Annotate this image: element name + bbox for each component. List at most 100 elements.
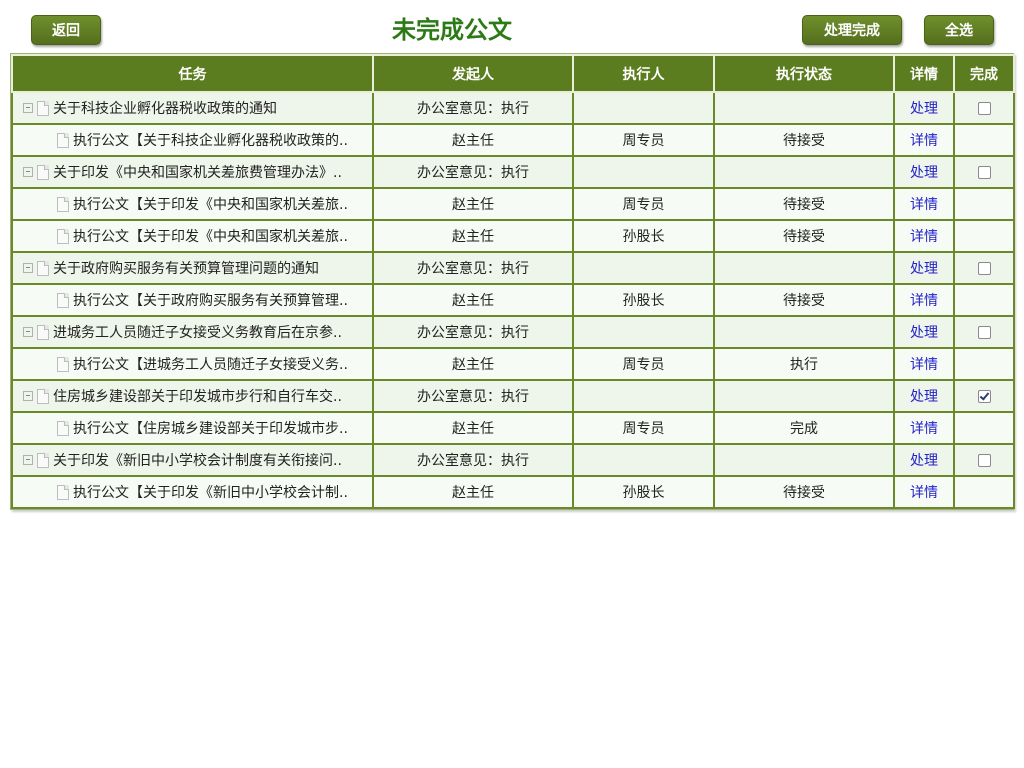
status-cell xyxy=(713,443,895,477)
task-title: 关于印发《新旧中小学校会计制度有关衔接问.. xyxy=(53,453,342,469)
complete-cell xyxy=(953,91,1015,125)
executor-cell: 孙股长 xyxy=(572,283,715,317)
status-cell xyxy=(713,155,895,189)
complete-checkbox[interactable] xyxy=(977,165,991,179)
task-tree-node: 执行公文【关于科技企业孵化器税收政策的.. xyxy=(14,130,371,150)
details-cell: 处理 xyxy=(893,379,955,413)
collapse-toggle-icon[interactable] xyxy=(23,103,33,113)
details-cell: 详情 xyxy=(893,283,955,317)
details-cell: 处理 xyxy=(893,315,955,349)
details-cell: 处理 xyxy=(893,91,955,125)
task-title: 执行公文【关于科技企业孵化器税收政策的.. xyxy=(73,133,348,149)
document-icon xyxy=(57,484,69,500)
executor-cell xyxy=(572,443,715,477)
collapse-toggle-icon[interactable] xyxy=(23,327,33,337)
details-link[interactable]: 详情 xyxy=(910,421,938,437)
initiator-cell: 赵主任 xyxy=(372,475,574,509)
status-cell xyxy=(713,91,895,125)
complete-checkbox[interactable] xyxy=(977,453,991,467)
complete-cell xyxy=(953,283,1015,317)
process-link[interactable]: 处理 xyxy=(910,165,938,181)
table-row-subtask: 执行公文【关于印发《新旧中小学校会计制.. 赵主任 孙股长 待接受 详情 xyxy=(11,475,1015,509)
table-row-document: 关于印发《中央和国家机关差旅费管理办法》.. 办公室意见：执行 处理 xyxy=(11,155,1015,189)
status-cell: 待接受 xyxy=(713,219,895,253)
task-tree-node: 关于科技企业孵化器税收政策的通知 xyxy=(14,98,371,118)
details-link[interactable]: 详情 xyxy=(910,229,938,245)
task-tree-node: 进城务工人员随迁子女接受义务教育后在京参.. xyxy=(14,322,371,342)
table-row-subtask: 执行公文【住房城乡建设部关于印发城市步.. 赵主任 周专员 完成 详情 xyxy=(11,411,1015,445)
process-link[interactable]: 处理 xyxy=(910,325,938,341)
task-tree-node: 执行公文【关于印发《中央和国家机关差旅.. xyxy=(14,226,371,246)
task-title: 执行公文【进城务工人员随迁子女接受义务.. xyxy=(73,357,348,373)
complete-cell xyxy=(953,251,1015,285)
initiator-cell: 办公室意见：执行 xyxy=(372,379,574,413)
complete-checkbox[interactable] xyxy=(977,389,991,403)
details-link[interactable]: 详情 xyxy=(910,485,938,501)
task-tree-node: 关于政府购买服务有关预算管理问题的通知 xyxy=(14,258,371,278)
task-title: 关于科技企业孵化器税收政策的通知 xyxy=(53,101,277,117)
details-link[interactable]: 详情 xyxy=(910,133,938,149)
executor-cell xyxy=(572,251,715,285)
details-cell: 详情 xyxy=(893,219,955,253)
process-link[interactable]: 处理 xyxy=(910,261,938,277)
document-icon xyxy=(37,100,49,116)
task-tree-node: 执行公文【关于政府购买服务有关预算管理.. xyxy=(14,290,371,310)
complete-cell xyxy=(953,347,1015,381)
status-cell xyxy=(713,379,895,413)
table-row-document: 关于科技企业孵化器税收政策的通知 办公室意见：执行 处理 xyxy=(11,91,1015,125)
collapse-toggle-icon[interactable] xyxy=(23,391,33,401)
document-grid: 任务 发起人 执行人 执行状态 详情 完成 关于科技企业孵化器税收政策的通知办公… xyxy=(10,53,1015,510)
details-cell: 详情 xyxy=(893,123,955,157)
status-cell: 待接受 xyxy=(713,187,895,221)
column-header-details: 详情 xyxy=(893,54,955,93)
collapse-toggle-icon[interactable] xyxy=(23,263,33,273)
details-cell: 处理 xyxy=(893,251,955,285)
details-link[interactable]: 详情 xyxy=(910,357,938,373)
complete-checkbox[interactable] xyxy=(977,261,991,275)
task-cell: 执行公文【关于政府购买服务有关预算管理.. xyxy=(11,283,374,317)
task-cell: 执行公文【关于科技企业孵化器税收政策的.. xyxy=(11,123,374,157)
task-cell: 关于政府购买服务有关预算管理问题的通知 xyxy=(11,251,374,285)
task-cell: 执行公文【关于印发《新旧中小学校会计制.. xyxy=(11,475,374,509)
initiator-cell: 赵主任 xyxy=(372,187,574,221)
process-complete-button[interactable]: 处理完成 xyxy=(802,15,902,45)
task-title: 执行公文【关于印发《新旧中小学校会计制.. xyxy=(73,485,348,501)
document-icon xyxy=(37,388,49,404)
initiator-cell: 办公室意见：执行 xyxy=(372,91,574,125)
document-table: 任务 发起人 执行人 执行状态 详情 完成 关于科技企业孵化器税收政策的通知办公… xyxy=(11,54,1015,509)
select-all-button[interactable]: 全选 xyxy=(924,15,994,45)
table-row-document: 住房城乡建设部关于印发城市步行和自行车交.. 办公室意见：执行 处理 xyxy=(11,379,1015,413)
column-header-executor: 执行人 xyxy=(572,54,715,93)
details-cell: 详情 xyxy=(893,187,955,221)
details-link[interactable]: 详情 xyxy=(910,293,938,309)
collapse-toggle-icon[interactable] xyxy=(23,455,33,465)
task-tree-node: 执行公文【关于印发《中央和国家机关差旅.. xyxy=(14,194,371,214)
task-tree-node: 执行公文【关于印发《新旧中小学校会计制.. xyxy=(14,482,371,502)
document-icon xyxy=(57,292,69,308)
details-cell: 处理 xyxy=(893,155,955,189)
task-cell: 执行公文【住房城乡建设部关于印发城市步.. xyxy=(11,411,374,445)
process-link[interactable]: 处理 xyxy=(910,101,938,117)
column-header-status: 执行状态 xyxy=(713,54,895,93)
document-icon xyxy=(57,420,69,436)
task-title: 执行公文【关于印发《中央和国家机关差旅.. xyxy=(73,229,348,245)
document-icon xyxy=(57,228,69,244)
initiator-cell: 赵主任 xyxy=(372,283,574,317)
task-cell: 关于印发《中央和国家机关差旅费管理办法》.. xyxy=(11,155,374,189)
status-cell xyxy=(713,251,895,285)
process-link[interactable]: 处理 xyxy=(910,389,938,405)
status-cell: 完成 xyxy=(713,411,895,445)
table-row-document: 关于印发《新旧中小学校会计制度有关衔接问.. 办公室意见：执行 处理 xyxy=(11,443,1015,477)
task-title: 执行公文【关于政府购买服务有关预算管理.. xyxy=(73,293,348,309)
complete-cell xyxy=(953,187,1015,221)
details-cell: 详情 xyxy=(893,411,955,445)
task-tree-node: 关于印发《中央和国家机关差旅费管理办法》.. xyxy=(14,162,371,182)
details-link[interactable]: 详情 xyxy=(910,197,938,213)
executor-cell xyxy=(572,155,715,189)
table-header-row: 任务 发起人 执行人 执行状态 详情 完成 xyxy=(11,54,1015,93)
complete-checkbox[interactable] xyxy=(977,325,991,339)
process-link[interactable]: 处理 xyxy=(910,453,938,469)
collapse-toggle-icon[interactable] xyxy=(23,167,33,177)
complete-checkbox[interactable] xyxy=(977,101,991,115)
table-row-subtask: 执行公文【关于印发《中央和国家机关差旅.. 赵主任 周专员 待接受 详情 xyxy=(11,187,1015,221)
